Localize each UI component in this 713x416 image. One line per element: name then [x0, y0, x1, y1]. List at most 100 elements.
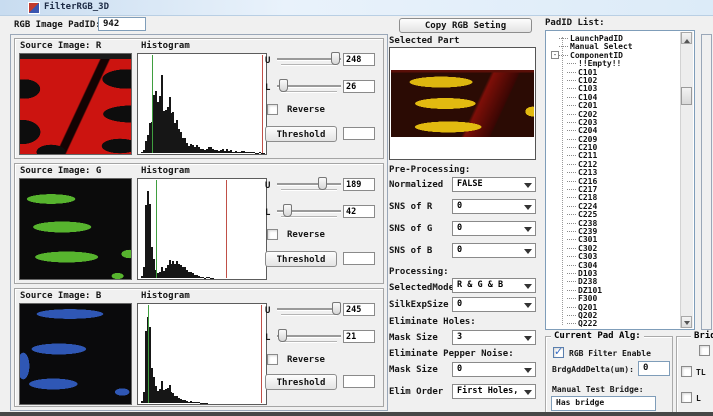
source-panel-r-title: Source Image: R: [20, 41, 101, 51]
reverse-checkbox-b[interactable]: [267, 354, 278, 365]
sns-r-dropdown[interactable]: 0: [452, 199, 536, 214]
threshold-button-g[interactable]: Threshold: [265, 251, 337, 267]
sns-g-value: 0: [457, 223, 462, 233]
normalized-dropdown[interactable]: FALSE: [452, 177, 536, 192]
tree-item[interactable]: C239: [548, 227, 680, 235]
bridge-l-label: L: [696, 394, 701, 403]
u-value-b-field[interactable]: 245: [343, 303, 375, 316]
padid-value-field[interactable]: 942: [98, 17, 146, 31]
tree-item[interactable]: C218: [548, 193, 680, 201]
bridge-l-checkbox[interactable]: [681, 392, 692, 403]
manual-test-bridge-field[interactable]: Has bridge: [551, 396, 656, 411]
selectedmode-dropdown[interactable]: R & G & B: [452, 278, 536, 293]
tree-item[interactable]: C303: [548, 252, 680, 260]
u-slider-b-thumb[interactable]: [332, 302, 341, 315]
u-slider-r[interactable]: [277, 52, 341, 66]
tree-branch-line: [567, 197, 576, 198]
rgb-filter-enable-checkbox[interactable]: [553, 347, 564, 358]
tree-item[interactable]: C103: [548, 84, 680, 92]
tree-item[interactable]: C203: [548, 118, 680, 126]
u-slider-r-thumb[interactable]: [331, 52, 340, 65]
tree-item[interactable]: C302: [548, 244, 680, 252]
tree-item[interactable]: Q202: [548, 311, 680, 319]
u-slider-b[interactable]: [277, 302, 341, 316]
reverse-checkbox-r[interactable]: [267, 104, 278, 115]
u-slider-g-thumb[interactable]: [318, 177, 327, 190]
l-slider-g[interactable]: [277, 204, 341, 218]
l-slider-b-thumb[interactable]: [278, 329, 287, 342]
l-label-r: L: [265, 83, 270, 93]
threshold-button-b[interactable]: Threshold: [265, 374, 337, 390]
tree-item[interactable]: C202: [548, 110, 680, 118]
tree-item[interactable]: C213: [548, 168, 680, 176]
silkexpsize-dropdown[interactable]: 0: [452, 297, 536, 312]
chevron-down-icon: [524, 249, 532, 258]
bridge-tl-checkbox[interactable]: [681, 366, 692, 377]
tree-item[interactable]: C304: [548, 261, 680, 269]
tree-item[interactable]: C225: [548, 210, 680, 218]
sns-b-dropdown[interactable]: 0: [452, 243, 536, 258]
l-value-g-field[interactable]: 42: [343, 205, 375, 218]
elim-order-value: First Holes,: [457, 386, 518, 396]
tree-item[interactable]: C210: [548, 143, 680, 151]
tree-item[interactable]: Manual Select: [548, 42, 680, 50]
tree-item[interactable]: D238: [548, 277, 680, 285]
mask-size-2-dropdown[interactable]: 0: [452, 362, 536, 377]
brdg-add-delta-label: BrdgAddDelta(um):: [552, 365, 634, 374]
scroll-up-button[interactable]: [681, 32, 692, 44]
tree-branch-line: [567, 273, 576, 274]
tree-item[interactable]: Q222: [548, 319, 680, 327]
l-value-b-field[interactable]: 21: [343, 330, 375, 343]
tree-item[interactable]: C238: [548, 219, 680, 227]
sns-g-dropdown[interactable]: 0: [452, 221, 536, 236]
sns-r-value: 0: [457, 201, 462, 211]
scrollbar-thumb[interactable]: [681, 87, 692, 105]
brdg-add-delta-field[interactable]: 0: [638, 361, 670, 376]
right-edge-panel: [701, 34, 712, 330]
mask-size-1-dropdown[interactable]: 3: [452, 330, 536, 345]
threshold-button-r[interactable]: Threshold: [265, 126, 337, 142]
tree-item[interactable]: C217: [548, 185, 680, 193]
l-value-r-field[interactable]: 26: [343, 80, 375, 93]
tree-branch-line: [567, 97, 576, 98]
l-slider-g-thumb[interactable]: [283, 204, 292, 217]
tree-item[interactable]: -ComponentID: [548, 51, 680, 59]
tree-item[interactable]: C102: [548, 76, 680, 84]
u-value-r-field[interactable]: 248: [343, 53, 375, 66]
tree-item[interactable]: !!Empty!!: [548, 59, 680, 67]
padid-tree[interactable]: LaunchPadIDManual Select-ComponentID!!Em…: [545, 30, 695, 330]
tree-branch-line: [567, 214, 576, 215]
scroll-down-button[interactable]: [681, 316, 692, 328]
tree-branch-line: [567, 290, 576, 291]
tree-item[interactable]: F300: [548, 294, 680, 302]
tree-item[interactable]: C201: [548, 101, 680, 109]
tree-item[interactable]: C216: [548, 177, 680, 185]
tree-item[interactable]: C301: [548, 235, 680, 243]
title-bar: FilterRGB_3D: [0, 0, 713, 16]
mask-size-2-label: Mask Size: [389, 365, 438, 375]
tree-item[interactable]: C104: [548, 93, 680, 101]
tree-item[interactable]: C101: [548, 68, 680, 76]
l-slider-b[interactable]: [277, 329, 341, 343]
threshold-result-g: [343, 252, 375, 265]
bridge-enable-checkbox[interactable]: [699, 345, 710, 356]
tree-item[interactable]: LaunchPadID: [548, 34, 680, 42]
u-slider-g[interactable]: [277, 177, 341, 191]
tree-item[interactable]: D103: [548, 269, 680, 277]
l-slider-r-thumb[interactable]: [279, 79, 288, 92]
u-value-g-field[interactable]: 189: [343, 178, 375, 191]
tree-item[interactable]: Q201: [548, 303, 680, 311]
tree-item[interactable]: C212: [548, 160, 680, 168]
histogram-g-upper-marker: [226, 180, 227, 278]
elim-order-dropdown[interactable]: First Holes,: [452, 384, 536, 399]
tree-item[interactable]: C224: [548, 202, 680, 210]
l-slider-r[interactable]: [277, 79, 341, 93]
tree-collapse-icon[interactable]: -: [551, 51, 559, 59]
copy-rgb-setting-button[interactable]: Copy RGB Seting: [399, 18, 532, 33]
reverse-checkbox-g[interactable]: [267, 229, 278, 240]
tree-item[interactable]: C211: [548, 151, 680, 159]
tree-scrollbar[interactable]: [680, 32, 693, 328]
tree-item[interactable]: C204: [548, 126, 680, 134]
tree-item[interactable]: DZ101: [548, 286, 680, 294]
tree-item[interactable]: C209: [548, 135, 680, 143]
